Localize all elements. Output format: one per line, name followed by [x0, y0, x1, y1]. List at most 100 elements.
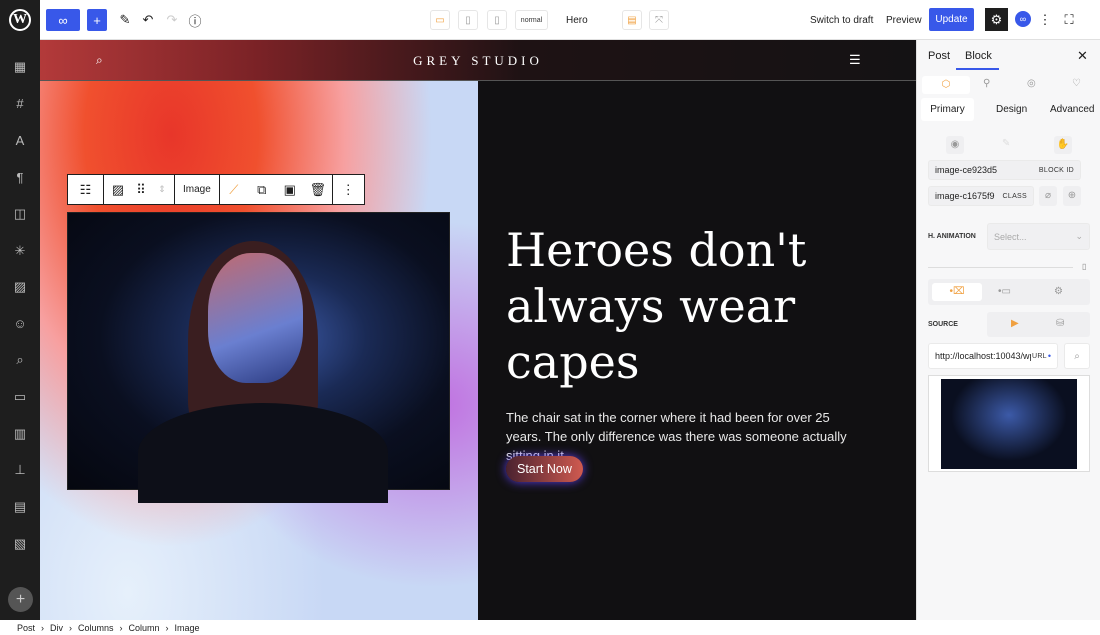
more-options-icon[interactable]: ⋮ — [1039, 10, 1052, 30]
settings-icon[interactable]: ⚙ — [1054, 283, 1063, 301]
switch-to-draft-button[interactable]: Switch to draft — [810, 10, 873, 30]
breadcrumb-post[interactable]: Post — [17, 623, 35, 633]
info-icon[interactable]: ⓘ — [187, 10, 203, 30]
chevron-right-icon: › — [119, 622, 123, 633]
search-icon[interactable]: ⌕ — [11, 351, 29, 369]
media-library-icon[interactable]: ▶ — [1011, 318, 1019, 329]
effects-icon[interactable]: ◎ — [1027, 78, 1036, 89]
url-input[interactable]: http://localhost:10043/wp URL • — [928, 343, 1058, 369]
monitor-icon[interactable]: ▭ — [11, 388, 29, 406]
delete-trash-icon[interactable]: 🗑 — [304, 182, 332, 198]
url-value: http://localhost:10043/wp — [935, 351, 1031, 361]
wordpress-logo-button[interactable]: W — [0, 0, 40, 40]
block-id-label: BLOCK ID — [1038, 166, 1074, 174]
style-icon[interactable]: ⚲ — [983, 78, 990, 89]
tab-post[interactable]: Post — [928, 50, 950, 62]
left-sidebar: ▦ # A ¶ ◫ ✳ ▨ ☺ ⌕ ▭ ▥ ⊥ ▤ ▧ — [0, 40, 40, 620]
start-now-button[interactable]: Start Now — [506, 456, 583, 482]
editor-canvas: ⌕ GREY STUDIO ☰ ☷ ▨ ⠿ ⇕ Image ⟋ ⧉ ▣ 🗑 ⋮ … — [40, 40, 916, 620]
typography-icon[interactable]: A — [11, 132, 29, 150]
breadcrumb-columns[interactable]: Columns — [78, 623, 114, 633]
template-name[interactable]: Hero — [566, 10, 588, 30]
edit-pencil-icon[interactable]: ✎ — [116, 10, 134, 30]
image-icon[interactable]: ▨ — [11, 278, 29, 296]
add-button[interactable]: + — [8, 587, 33, 612]
hero-image[interactable] — [67, 212, 450, 503]
block-mover-group: ▨ ⠿ ⇕ — [104, 174, 175, 205]
drag-handle-icon[interactable]: ⠿ — [132, 182, 150, 198]
save-icon[interactable]: ▣ — [276, 182, 304, 198]
site-brand[interactable]: GREY STUDIO — [40, 53, 916, 69]
block-settings-icon[interactable]: ⬡ — [922, 76, 970, 94]
tab-block[interactable]: Block — [965, 50, 992, 62]
mobile-view-icon[interactable]: ▯ — [487, 10, 507, 30]
map-icon[interactable]: ⛶ — [1060, 10, 1078, 30]
image-preview[interactable] — [928, 375, 1090, 472]
background-image-icon[interactable]: •▭ — [998, 283, 1011, 301]
block-type-label[interactable]: Image — [175, 174, 220, 205]
source-label: SOURCE — [928, 321, 958, 328]
book-icon[interactable]: ▤ — [11, 498, 29, 516]
smiley-icon[interactable]: ☺ — [11, 315, 29, 333]
hand-icon[interactable]: ✋ — [1054, 136, 1072, 154]
list-icon: ☷ — [79, 181, 92, 197]
class-field[interactable]: image-c1675f9 CLASS — [928, 186, 1034, 206]
more-options-icon[interactable]: ⋮ — [333, 182, 364, 198]
image-block-icon[interactable]: ▨ — [104, 182, 132, 198]
hero-heading[interactable]: Heroes don't always wear capes — [506, 222, 886, 390]
plugin-logo-button[interactable]: ∞ — [46, 9, 80, 31]
chevron-right-icon: › — [69, 622, 73, 633]
breadcrumb-image[interactable]: Image — [175, 623, 200, 633]
plugin-icon[interactable]: ∞ — [1015, 11, 1031, 27]
subtab-design[interactable]: Design — [996, 104, 1027, 115]
list-view-button[interactable]: ☷ — [67, 174, 104, 205]
subtab-primary[interactable]: Primary — [921, 98, 974, 121]
close-panel-icon[interactable]: ✕ — [1077, 48, 1088, 64]
hamburger-menu-icon[interactable]: ☰ — [849, 52, 861, 68]
preview-thumbnail — [941, 379, 1077, 469]
preview-button[interactable]: Preview — [886, 10, 922, 30]
device-toggle-icon[interactable]: ▯ — [1082, 262, 1086, 271]
template-icon[interactable]: ▤ — [622, 10, 642, 30]
pin-icon[interactable]: ✎ — [1002, 138, 1010, 149]
shortcut-icon[interactable]: ⤧ — [649, 10, 669, 30]
url-search-icon[interactable]: ⌕ — [1064, 343, 1090, 369]
breadcrumb-div[interactable]: Div — [50, 623, 63, 633]
redo-icon[interactable]: ↷ — [164, 10, 180, 30]
settings-gear-icon[interactable]: ⚙ — [985, 8, 1008, 31]
tablet-view-icon[interactable]: ▯ — [458, 10, 478, 30]
attachment-icon[interactable]: ⌀ — [1039, 186, 1057, 206]
class-value: image-c1675f9 — [935, 191, 995, 201]
class-label: CLASS — [1002, 192, 1027, 200]
wordpress-icon: W — [9, 9, 31, 31]
add-block-button[interactable]: + — [87, 9, 107, 31]
update-button[interactable]: Update — [929, 8, 974, 31]
link-icon[interactable]: ⟋ — [220, 182, 248, 198]
undo-icon[interactable]: ↶ — [140, 10, 156, 30]
block-id-field[interactable]: image-ce923d5 BLOCK ID — [928, 160, 1081, 180]
database-icon[interactable]: ⛁ — [1056, 318, 1064, 329]
breadcrumb-column[interactable]: Column — [129, 623, 160, 633]
paragraph-icon[interactable]: ¶ — [11, 169, 29, 187]
image-type-icon[interactable]: •⌧ — [932, 283, 982, 301]
layout-icon[interactable]: ▦ — [11, 58, 29, 76]
visibility-eye-icon[interactable]: ◉ — [946, 136, 964, 154]
move-up-down-icon[interactable]: ⇕ — [150, 184, 174, 195]
breadcrumb: Post › Div › Columns › Column › Image — [0, 620, 1100, 635]
desktop-view-icon[interactable]: ▭ — [430, 10, 450, 30]
chevron-right-icon: › — [165, 622, 169, 633]
favorite-icon[interactable]: ♡ — [1072, 78, 1081, 89]
sparkle-icon[interactable]: ✳ — [11, 242, 29, 260]
grid-icon[interactable]: # — [11, 95, 29, 113]
animation-select[interactable]: Select... ⌄ — [987, 223, 1090, 250]
duplicate-icon[interactable]: ⧉ — [248, 182, 276, 198]
stamp-icon[interactable]: ⊥ — [11, 461, 29, 479]
subtab-advanced[interactable]: Advanced — [1050, 104, 1094, 115]
url-label: URL — [1031, 352, 1047, 360]
film-icon[interactable]: ▥ — [11, 425, 29, 443]
globe-icon[interactable]: ⊕ — [1063, 186, 1081, 206]
document-icon[interactable]: ▧ — [11, 535, 29, 553]
device-select[interactable]: normal — [515, 10, 548, 30]
block-id-value: image-ce923d5 — [935, 165, 998, 175]
columns-icon[interactable]: ◫ — [11, 205, 29, 223]
